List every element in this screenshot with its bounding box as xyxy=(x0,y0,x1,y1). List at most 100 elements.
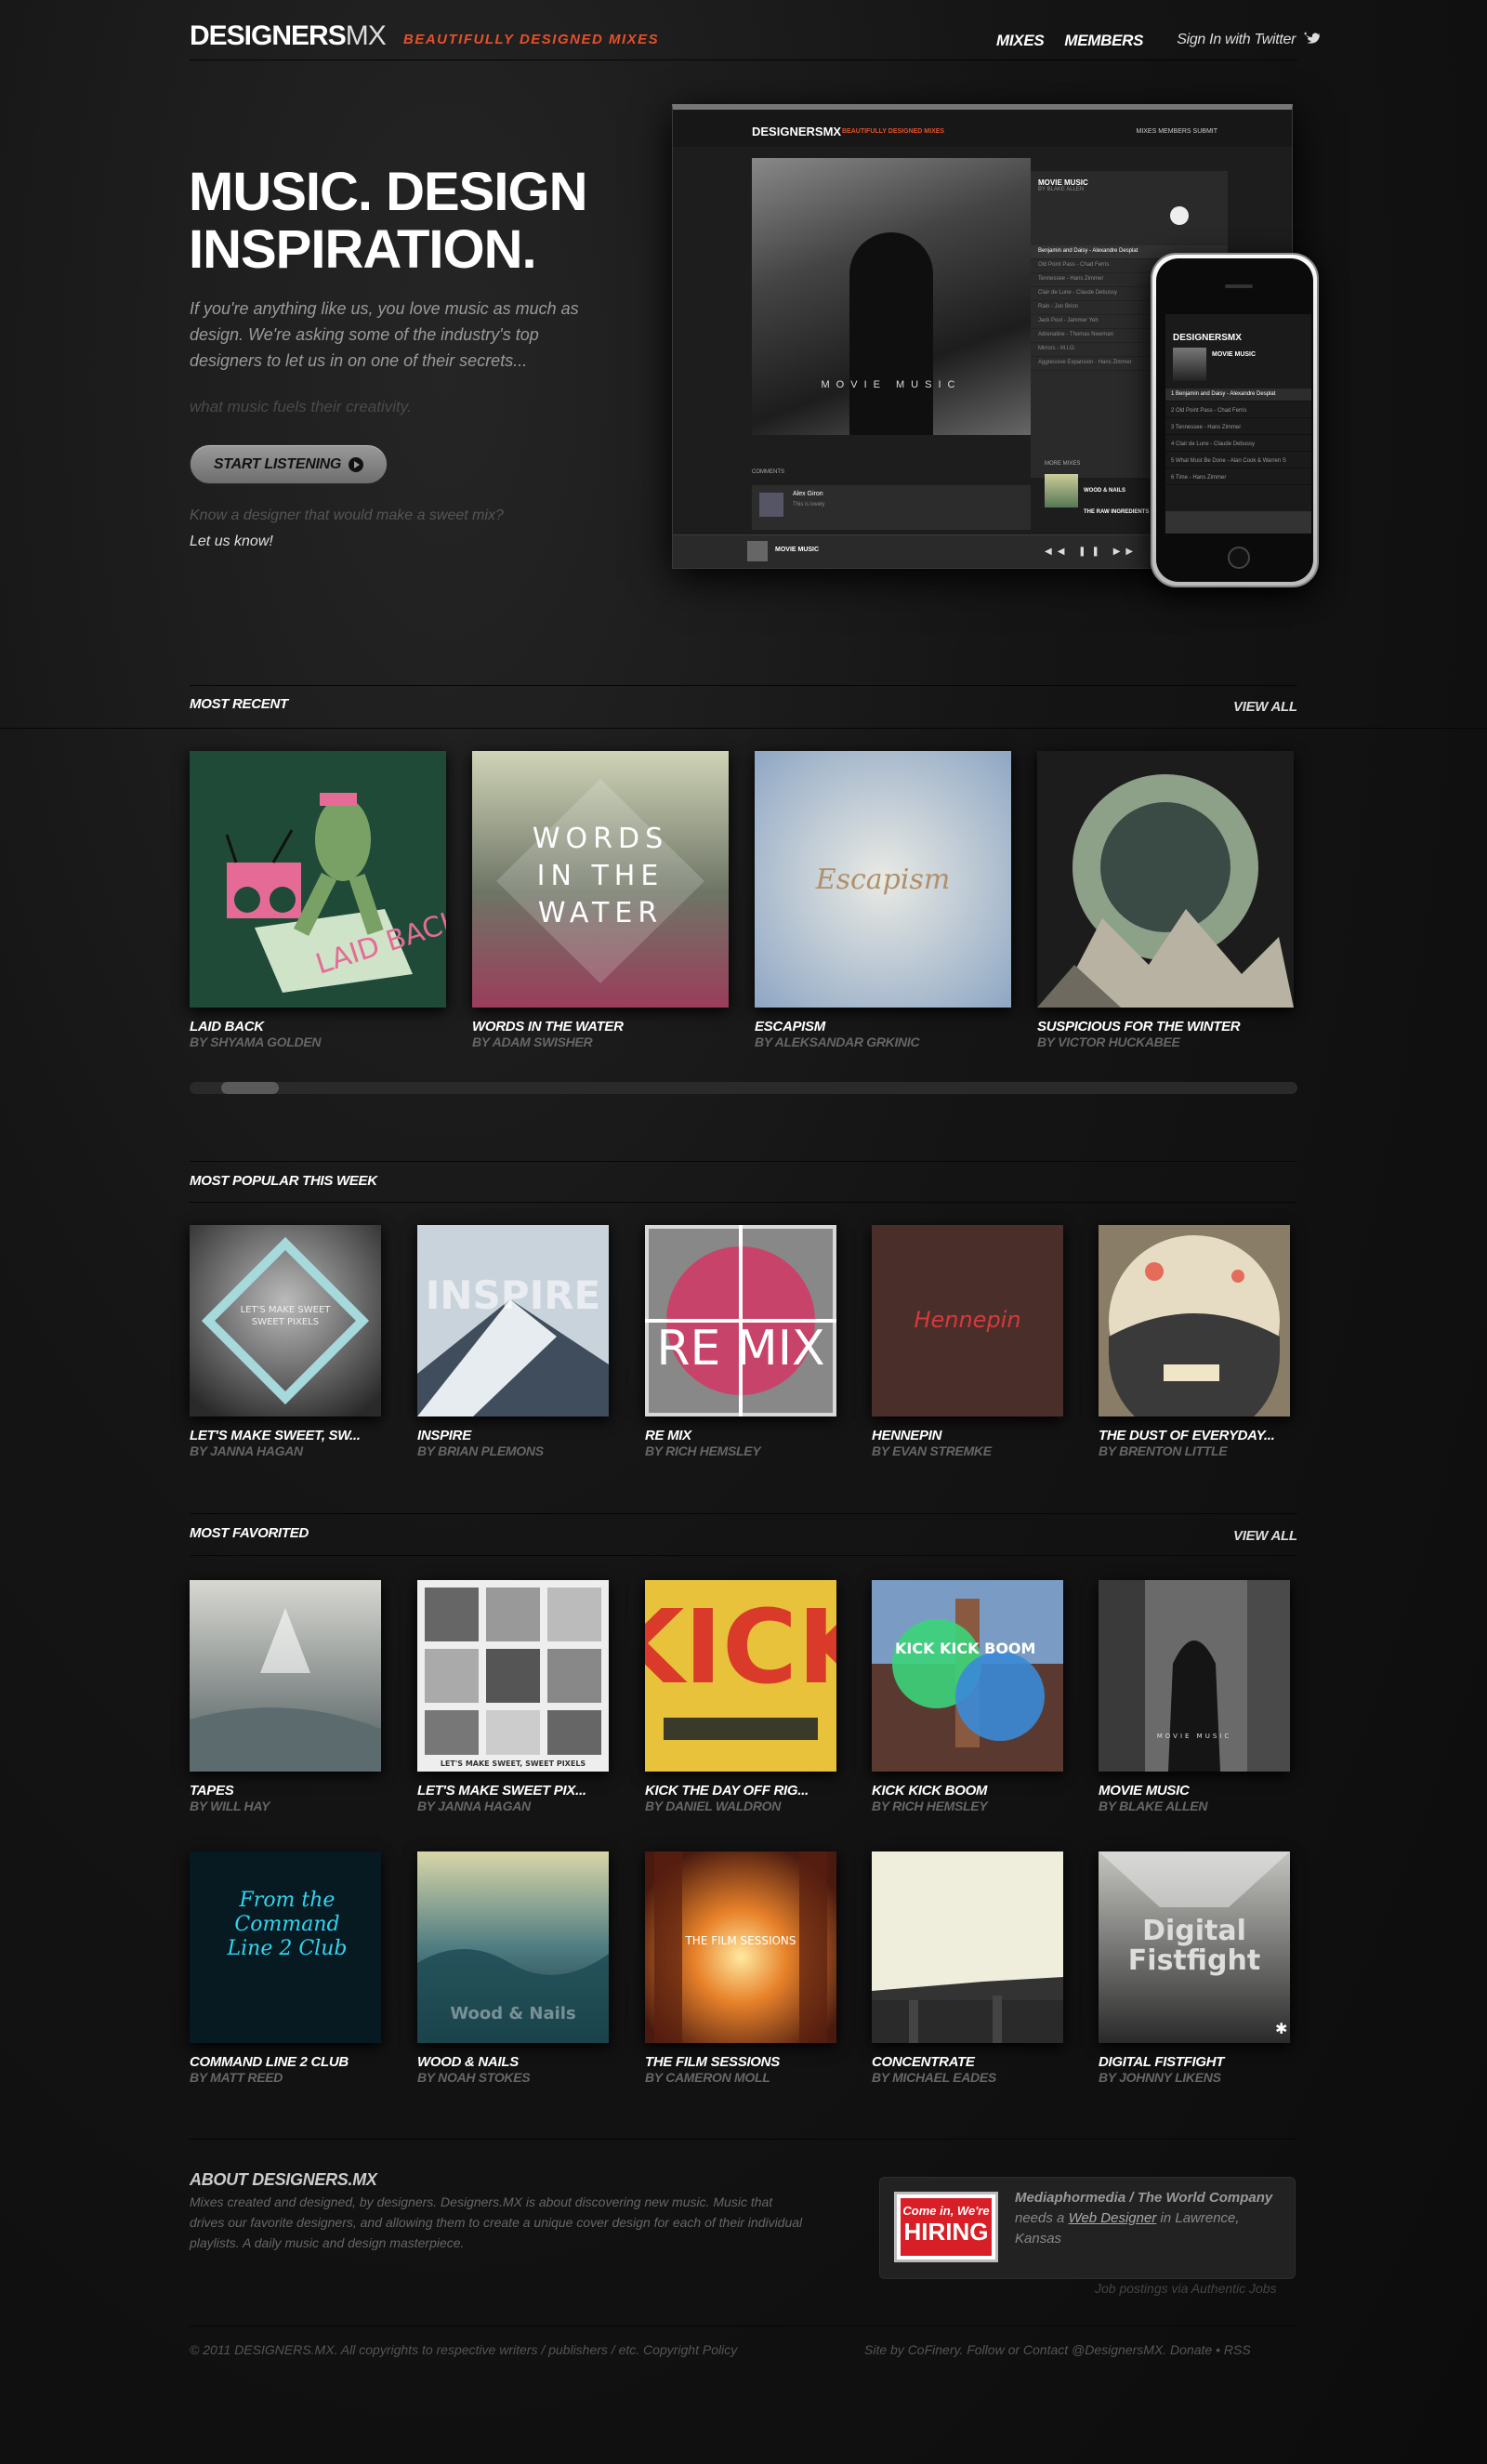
mix-cover-kick-kick-boom[interactable]: KICK KICK BOOM xyxy=(872,1580,1063,1772)
mix-card[interactable]: LET'S MAKE SWEET SWEET PIXELS LET'S MAKE… xyxy=(190,1225,381,1459)
mix-cover-movie-music[interactable]: MOVIE MUSIC xyxy=(1099,1580,1290,1772)
cover-text: Hennepin xyxy=(914,1307,1020,1333)
mix-card[interactable]: Wood & Nails WOOD & NAILS BY NOAH STOKES xyxy=(417,1851,609,2086)
hiring-badge-line1: Come in, We're xyxy=(902,2204,990,2218)
mix-card[interactable]: INSPIRE INSPIRE BY BRIAN PLEMONS xyxy=(417,1225,609,1459)
hiring-badge[interactable]: Come in, We're HIRING xyxy=(894,2192,998,2262)
mix-cover-inspire[interactable]: INSPIRE xyxy=(417,1225,609,1416)
cover-text: THE FILM SESSIONS xyxy=(684,1934,796,1947)
mix-card[interactable]: LAID BACK LAID BACK BY SHYAMA GOLDEN xyxy=(190,751,446,1050)
section-divider xyxy=(190,2139,1297,2140)
mix-author: BY NOAH STOKES xyxy=(417,2070,531,2085)
nav-mixes[interactable]: MIXES xyxy=(996,32,1045,50)
let-us-know-link[interactable]: Let us know! xyxy=(190,534,273,550)
mix-cover-laid-back[interactable]: LAID BACK xyxy=(190,751,446,1008)
mix-cover-suspicious-for-the-winter[interactable] xyxy=(1037,751,1294,1008)
mix-cover-digital-fistfight[interactable]: Digital Fistfight ✱ xyxy=(1099,1851,1290,2043)
phone-track: 2 Old Point Pass - Chad Ferris xyxy=(1165,405,1311,418)
nav-members[interactable]: MEMBERS xyxy=(1064,32,1143,50)
mock-logo: DESIGNERSMX xyxy=(752,125,842,138)
mix-card[interactable]: MOVIE MUSIC MOVIE MUSIC BY BLAKE ALLEN xyxy=(1099,1580,1290,1814)
mix-title: WOOD & NAILS xyxy=(417,2054,519,2070)
mock-tagline: BEAUTIFULLY DESIGNED MIXES xyxy=(842,128,945,135)
site-logo[interactable]: DESIGNERSMX xyxy=(190,20,387,52)
mix-card[interactable]: KICK KICK BOOM KICK KICK BOOM BY RICH HE… xyxy=(872,1580,1063,1814)
most-favorited-view-all[interactable]: VIEW ALL xyxy=(1233,1528,1297,1544)
footer-credits[interactable]: Site by CoFinery. Follow or Contact @Des… xyxy=(864,2342,1251,2357)
cover-text: RE MIX xyxy=(656,1321,824,1377)
start-listening-button[interactable]: START LISTENING xyxy=(190,444,388,484)
cover-text: LET'S MAKE SWEET SWEET PIXELS xyxy=(240,1305,331,1327)
mix-author: BY SHYAMA GOLDEN xyxy=(190,1034,322,1049)
mix-author: BY ADAM SWISHER xyxy=(472,1034,593,1049)
mock-cover-figure xyxy=(849,232,933,435)
mix-cover-command-line-2-club[interactable]: From the Command Line 2 Club xyxy=(190,1851,381,2043)
mock-cover-image: MOVIE MUSIC xyxy=(752,158,1031,435)
mix-title: ESCAPISM xyxy=(755,1019,825,1034)
mix-cover-the-film-sessions[interactable]: THE FILM SESSIONS xyxy=(645,1851,836,2043)
mix-cover-lets-make-sweet-pixels[interactable]: LET'S MAKE SWEET, SWEET PIXELS xyxy=(417,1580,609,1772)
mix-title: DIGITAL FISTFIGHT xyxy=(1099,2054,1225,2070)
mix-card[interactable]: Escapism ESCAPISM BY ALEKSANDAR GRKINIC xyxy=(755,751,1011,1050)
cover-text: KICK KICK BOOM xyxy=(895,1640,1036,1657)
mix-card[interactable]: CONCENTRATE BY MICHAEL EADES xyxy=(872,1851,1063,2086)
phone-cover-thumb xyxy=(1173,348,1206,381)
mix-card[interactable]: From the Command Line 2 Club COMMAND LIN… xyxy=(190,1851,381,2086)
mix-author: BY MICHAEL EADES xyxy=(872,2070,996,2085)
asterisk-icon: ✱ xyxy=(1275,2022,1287,2037)
mix-title: CONCENTRATE xyxy=(872,2054,975,2070)
mock-comment-avatar xyxy=(759,493,783,517)
mix-cover-escapism[interactable]: Escapism xyxy=(755,751,1011,1008)
phone-track: 4 Clair de Lune - Claude Debussy xyxy=(1165,439,1311,452)
suggest-designer-text: Know a designer that would make a sweet … xyxy=(190,507,504,523)
mix-author: BY RICH HEMSLEY xyxy=(645,1443,761,1458)
mock-comment: Alex Giron This is lovely xyxy=(752,485,1031,530)
carousel-scrollbar-thumb[interactable] xyxy=(221,1082,279,1094)
mix-title: LET'S MAKE SWEET PIX... xyxy=(417,1783,586,1799)
mix-cover-hennepin[interactable]: Hennepin xyxy=(872,1225,1063,1416)
mix-card[interactable]: RE MIX RE MIX BY RICH HEMSLEY xyxy=(645,1225,836,1459)
mix-card[interactable]: TAPES BY WILL HAY xyxy=(190,1580,381,1814)
mix-title: MOVIE MUSIC xyxy=(1099,1783,1190,1799)
job-source[interactable]: Job postings via Authentic Jobs xyxy=(1095,2281,1277,2296)
mix-cover-lets-make-sweet[interactable]: LET'S MAKE SWEET SWEET PIXELS xyxy=(190,1225,381,1416)
mix-card[interactable]: THE DUST OF EVERYDAY... BY BRENTON LITTL… xyxy=(1099,1225,1290,1459)
mix-title: TAPES xyxy=(190,1783,234,1799)
mix-card[interactable]: Digital Fistfight ✱ DIGITAL FISTFIGHT BY… xyxy=(1099,1851,1290,2086)
mix-card[interactable]: Hennepin HENNEPIN BY EVAN STREMKE xyxy=(872,1225,1063,1459)
mix-cover-kick-the-day-off-right[interactable]: KICK xyxy=(645,1580,836,1772)
mix-cover-re-mix[interactable]: RE MIX xyxy=(645,1225,836,1416)
mix-card[interactable]: THE FILM SESSIONS THE FILM SESSIONS BY C… xyxy=(645,1851,836,2086)
section-divider xyxy=(190,1555,1297,1556)
mix-card[interactable]: WORDS IN THE WATER WORDS IN THE WATER BY… xyxy=(472,751,729,1050)
mix-card[interactable]: SUSPICIOUS FOR THE WINTER BY VICTOR HUCK… xyxy=(1037,751,1294,1050)
job-needs: needs a xyxy=(1015,2210,1065,2226)
start-listening-label: START LISTENING xyxy=(213,455,342,472)
mix-author: BY RICH HEMSLEY xyxy=(872,1799,988,1813)
carousel-scrollbar-track[interactable] xyxy=(190,1082,1297,1094)
mix-author: BY VICTOR HUCKABEE xyxy=(1037,1034,1180,1049)
most-recent-view-all[interactable]: VIEW ALL xyxy=(1233,699,1297,715)
mix-author: BY CAMERON MOLL xyxy=(645,2070,770,2085)
section-divider xyxy=(0,728,1487,729)
mock-comment-text: This is lovely xyxy=(793,502,825,507)
mix-author: BY ALEKSANDAR GRKINIC xyxy=(755,1034,920,1049)
mix-title: SUSPICIOUS FOR THE WINTER xyxy=(1037,1019,1241,1034)
hero-title: MUSIC. DESIGN INSPIRATION. xyxy=(189,162,588,280)
mix-cover-tapes[interactable] xyxy=(190,1580,381,1772)
signin-twitter-link[interactable]: Sign In with Twitter xyxy=(1177,32,1321,50)
logo-main: DESIGNERS xyxy=(190,20,347,51)
mix-title: INSPIRE xyxy=(417,1428,471,1443)
cover-text: WORDS IN THE WATER xyxy=(532,823,669,929)
mix-cover-words-in-the-water[interactable]: WORDS IN THE WATER xyxy=(472,751,729,1008)
job-posting-text: Mediaphormedia / The World Company needs… xyxy=(1015,2188,1284,2249)
most-favorited-title: MOST FAVORITED xyxy=(190,1525,309,1541)
hero-intro: If you're anything like us, you love mus… xyxy=(190,299,579,370)
mix-card[interactable]: KICK KICK THE DAY OFF RIG... BY DANIEL W… xyxy=(645,1580,836,1814)
mix-cover-concentrate[interactable] xyxy=(872,1851,1063,2043)
mix-cover-wood-and-nails[interactable]: Wood & Nails xyxy=(417,1851,609,2043)
mix-cover-dust-of-everyday[interactable] xyxy=(1099,1225,1290,1416)
mix-card[interactable]: LET'S MAKE SWEET, SWEET PIXELS LET'S MAK… xyxy=(417,1580,609,1814)
phone-mix-title: MOVIE MUSIC xyxy=(1212,351,1257,358)
job-role-link[interactable]: Web Designer xyxy=(1069,2210,1157,2226)
